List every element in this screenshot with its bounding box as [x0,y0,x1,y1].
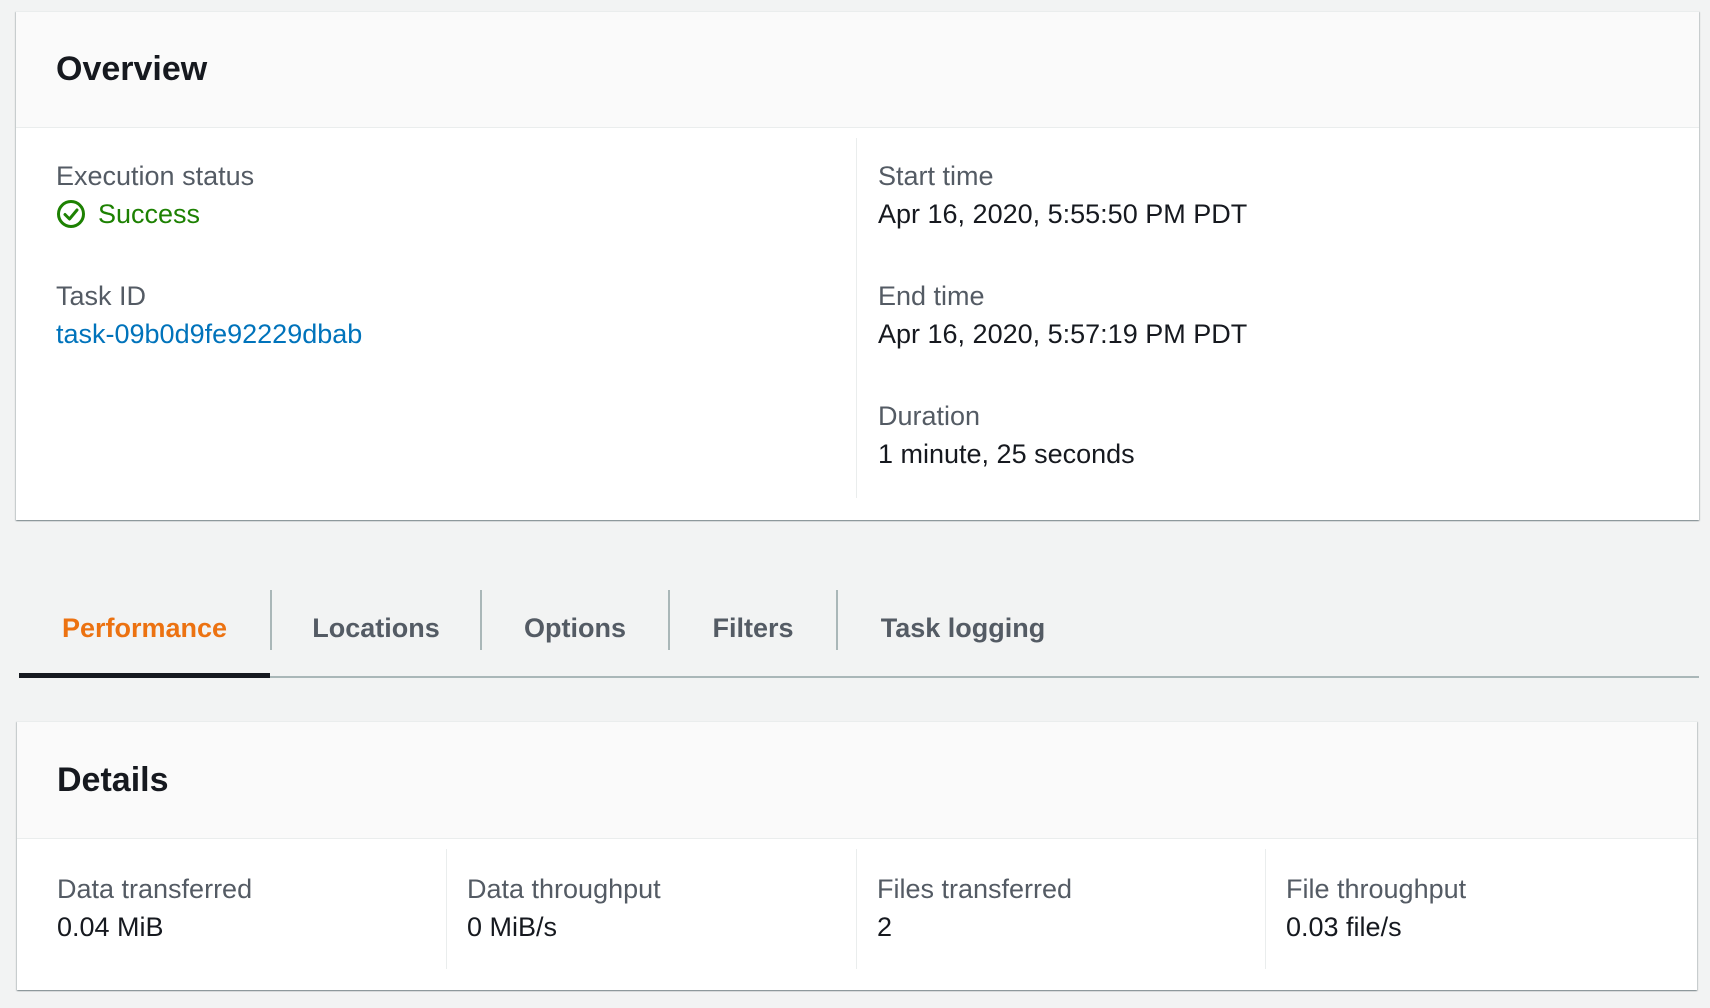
file-throughput-label: File throughput [1286,874,1467,904]
data-throughput-label: Data throughput [467,874,661,904]
start-time-field: Start time Apr 16, 2020, 5:55:50 PM PDT [878,158,1247,234]
column-divider [446,849,447,969]
overview-header: Overview [16,12,1699,128]
tab-options[interactable]: Options [482,580,668,676]
tab-filters[interactable]: Filters [670,580,836,676]
end-time-field: End time Apr 16, 2020, 5:57:19 PM PDT [878,278,1247,354]
data-transferred-label: Data transferred [57,874,253,904]
execution-status-value: Success [56,194,254,234]
details-title: Details [57,760,169,799]
task-id-link[interactable]: task-09b0d9fe92229dbab [56,319,362,349]
tab-performance[interactable]: Performance [19,580,270,678]
column-divider [856,138,857,498]
task-id-field: Task ID task-09b0d9fe92229dbab [56,278,362,354]
tab-task-logging[interactable]: Task logging [838,580,1088,676]
files-transferred-label: Files transferred [877,874,1073,904]
data-transferred-value: 0.04 MiB [57,912,164,942]
execution-status-label: Execution status [56,161,255,191]
data-throughput-field: Data throughput 0 MiB/s [467,871,661,947]
files-transferred-field: Files transferred 2 [877,871,1072,947]
details-body: Data transferred 0.04 MiB Data throughpu… [17,839,1697,989]
file-throughput-field: File throughput 0.03 file/s [1286,871,1466,947]
overview-body: Execution status Success Task ID task-09… [16,128,1699,518]
details-panel: Details Data transferred 0.04 MiB Data t… [17,721,1697,990]
execution-status-field: Execution status Success [56,158,254,234]
task-id-label: Task ID [56,281,147,311]
start-time-value: Apr 16, 2020, 5:55:50 PM PDT [878,199,1248,229]
execution-status-text: Success [98,199,201,229]
data-throughput-value: 0 MiB/s [467,912,558,942]
end-time-label: End time [878,281,985,311]
tab-bar: Performance Locations Options Filters Ta… [19,580,1699,678]
column-divider [856,849,857,969]
overview-title: Overview [56,50,208,88]
duration-label: Duration [878,401,981,431]
column-divider [1265,849,1266,969]
duration-value: 1 minute, 25 seconds [878,439,1135,469]
end-time-value: Apr 16, 2020, 5:57:19 PM PDT [878,319,1248,349]
tab-locations[interactable]: Locations [272,580,480,676]
duration-field: Duration 1 minute, 25 seconds [878,398,1135,474]
overview-panel: Overview Execution status Success Task I… [16,11,1699,520]
files-transferred-value: 2 [877,912,893,942]
check-circle-icon [57,200,85,228]
data-transferred-field: Data transferred 0.04 MiB [57,871,252,947]
details-header: Details [17,722,1697,839]
file-throughput-value: 0.03 file/s [1286,912,1402,942]
start-time-label: Start time [878,161,994,191]
